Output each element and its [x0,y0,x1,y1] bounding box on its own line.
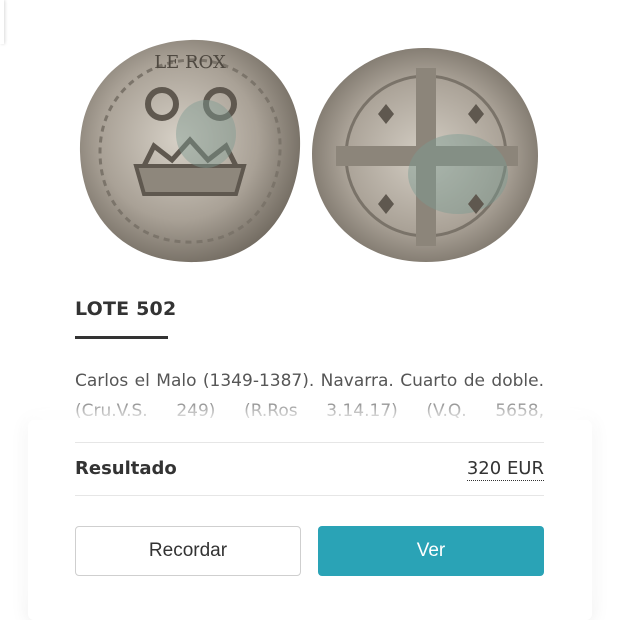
divider [75,495,544,496]
result-card [28,420,592,620]
ver-button[interactable]: Ver [318,526,544,576]
result-value: 320 EUR [466,458,544,481]
lot-title: LOTE 502 [75,298,177,320]
side-panel-edge [0,0,4,44]
lot-description: Carlos el Malo (1349-1387). Navarra. Cua… [75,371,544,421]
lot-title-underline [75,336,168,339]
recordar-button[interactable]: Recordar [75,526,301,576]
divider [75,442,544,443]
coin-reverse-image [312,47,538,262]
result-label: Resultado [75,458,177,479]
svg-text:LE ROX: LE ROX [154,52,226,73]
coin-images: LE ROX [70,30,550,270]
coin-obverse-image: LE ROX [79,39,301,263]
